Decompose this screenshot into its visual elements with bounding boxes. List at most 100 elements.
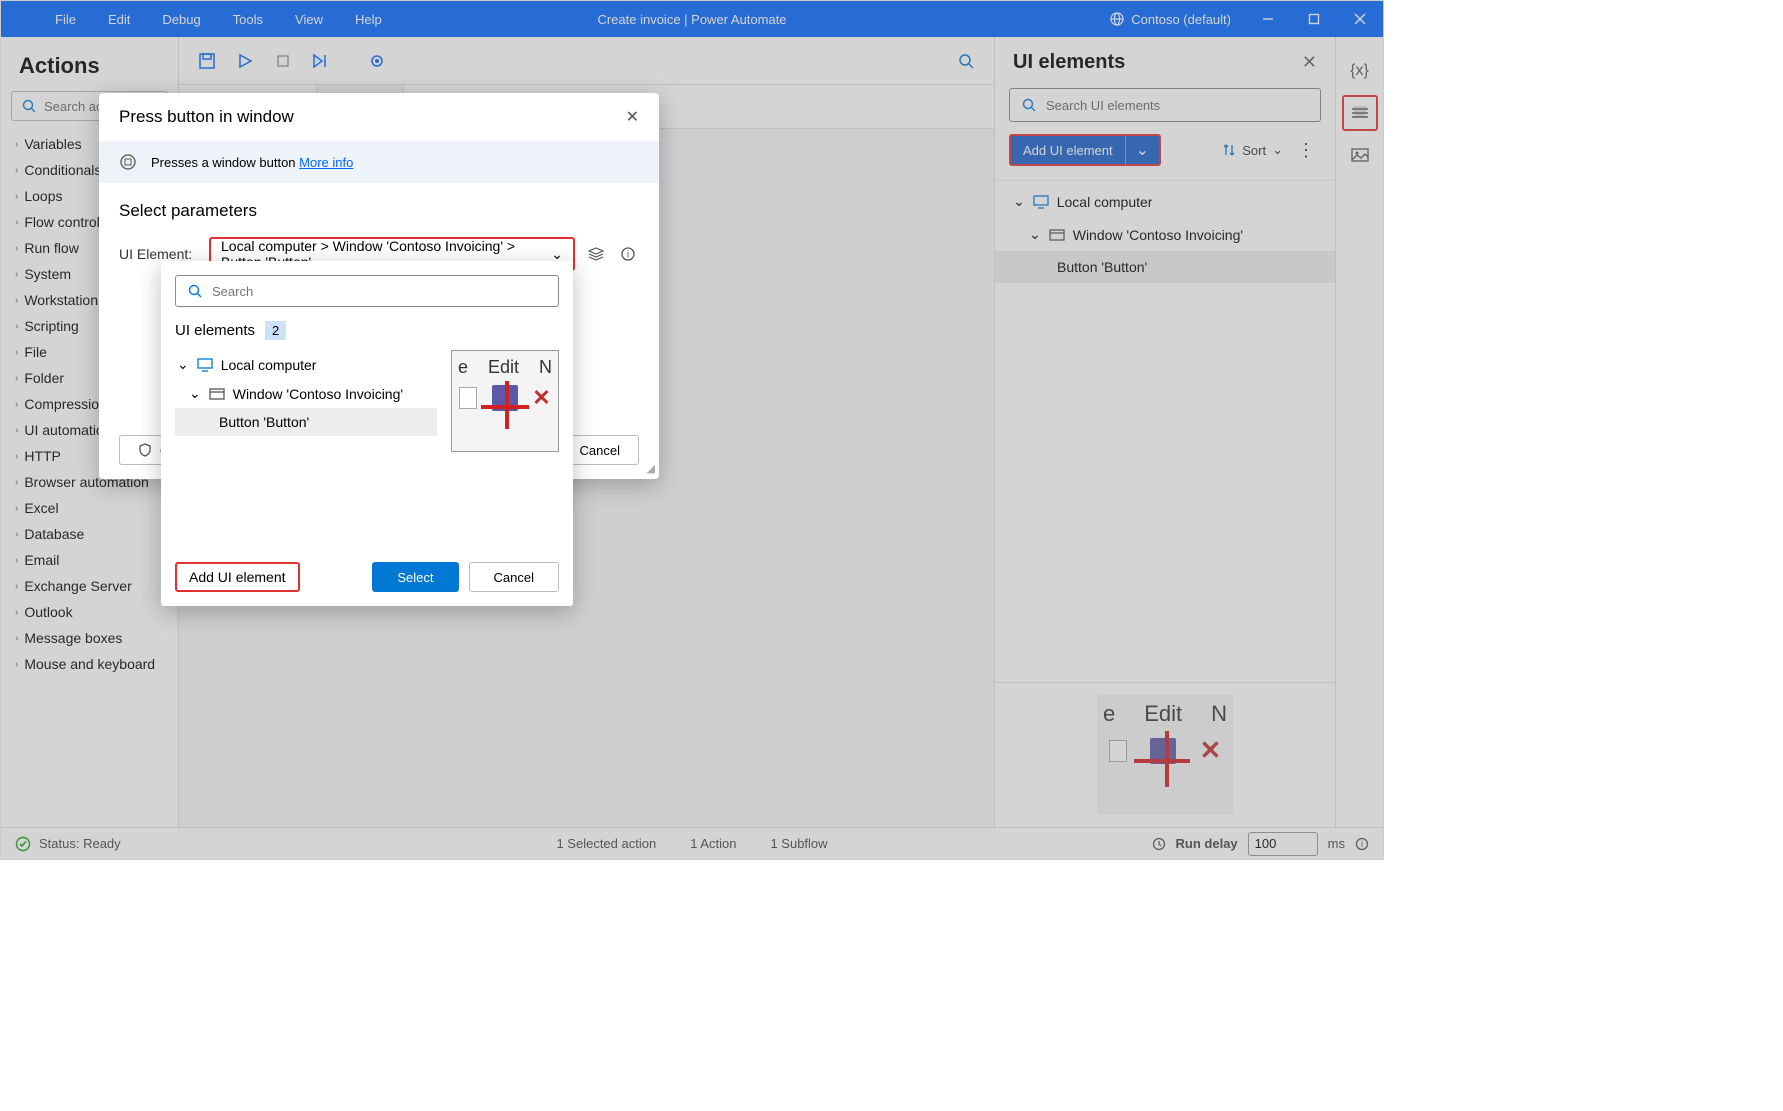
ui-element-picker: UI elements 2 ⌄ Local computer ⌄ Window … bbox=[161, 261, 573, 606]
ui-search[interactable]: Search UI elements bbox=[1009, 88, 1321, 122]
action-item[interactable]: ›Database bbox=[1, 521, 178, 547]
window-icon bbox=[1049, 229, 1065, 241]
add-ui-element-button[interactable]: Add UI element ⌄ bbox=[1009, 134, 1161, 166]
info-icon bbox=[119, 153, 137, 171]
page-icon bbox=[459, 387, 477, 409]
chevron-right-icon: › bbox=[15, 555, 18, 566]
close-icon[interactable]: ✕ bbox=[626, 107, 639, 127]
select-button[interactable]: Select bbox=[372, 562, 458, 592]
menus: File Edit Debug Tools View Help bbox=[1, 1, 398, 37]
check-icon bbox=[15, 836, 31, 852]
chevron-right-icon: › bbox=[15, 191, 18, 202]
action-item[interactable]: ›Mouse and keyboard bbox=[1, 651, 178, 677]
chevron-right-icon: › bbox=[15, 399, 18, 410]
picker-search[interactable] bbox=[175, 275, 559, 307]
chevron-down-icon: ⌄ bbox=[1013, 193, 1025, 210]
save-icon[interactable] bbox=[193, 47, 221, 75]
chevron-down-icon[interactable]: ⌄ bbox=[1125, 136, 1159, 164]
ui-buttons-row: Add UI element ⌄ Sort ⌄ ⋮ bbox=[995, 134, 1335, 180]
step-icon[interactable] bbox=[307, 47, 335, 75]
add-ui-element-button[interactable]: Add UI element bbox=[175, 562, 300, 592]
tree-window[interactable]: ⌄ Window 'Contoso Invoicing' bbox=[995, 218, 1335, 251]
picker-tree-leaf[interactable]: Button 'Button' bbox=[175, 408, 437, 436]
picker-search-input[interactable] bbox=[212, 284, 546, 299]
environment-badge[interactable]: Contoso (default) bbox=[1095, 11, 1245, 27]
picker-tree-root[interactable]: ⌄ Local computer bbox=[175, 350, 437, 379]
ui-elements-header: UI elements ✕ bbox=[995, 37, 1335, 82]
maximize-button[interactable] bbox=[1291, 1, 1337, 37]
chevron-down-icon: ⌄ bbox=[189, 385, 201, 402]
dialog-desc: Presses a window button bbox=[151, 155, 296, 170]
chevron-right-icon: › bbox=[15, 139, 18, 150]
more-icon[interactable]: ⋮ bbox=[1291, 140, 1321, 161]
ui-elements-pane: UI elements ✕ Search UI elements Add UI … bbox=[995, 37, 1335, 827]
toolbar-search-icon[interactable] bbox=[952, 47, 980, 75]
statusbar: Status: Ready 1 Selected action 1 Action… bbox=[1, 827, 1383, 859]
environment-label: Contoso (default) bbox=[1131, 12, 1231, 27]
menu-file[interactable]: File bbox=[39, 1, 92, 37]
side-rail: {x} bbox=[1335, 37, 1383, 827]
titlebar: File Edit Debug Tools View Help Create i… bbox=[1, 1, 1383, 37]
ui-elements-icon[interactable] bbox=[1342, 95, 1378, 131]
ui-elements-title: UI elements bbox=[1013, 51, 1125, 74]
picker-header-label: UI elements bbox=[175, 322, 255, 339]
clock-icon bbox=[1152, 837, 1166, 851]
run-delay: Run delay ms i bbox=[1152, 832, 1369, 856]
titlebar-right: Contoso (default) bbox=[1095, 1, 1383, 37]
minimize-button[interactable] bbox=[1245, 1, 1291, 37]
ui-tree: ⌄ Local computer ⌄ Window 'Contoso Invoi… bbox=[995, 180, 1335, 682]
layers-icon[interactable] bbox=[585, 243, 607, 265]
tree-window-label: Window 'Contoso Invoicing' bbox=[1073, 227, 1243, 243]
close-icon[interactable]: ✕ bbox=[1302, 52, 1317, 73]
action-item[interactable]: ›Message boxes bbox=[1, 625, 178, 651]
action-item[interactable]: ›Email bbox=[1, 547, 178, 573]
tree-root[interactable]: ⌄ Local computer bbox=[995, 185, 1335, 218]
close-button[interactable] bbox=[1337, 1, 1383, 37]
menu-view[interactable]: View bbox=[279, 1, 339, 37]
chevron-right-icon: › bbox=[15, 269, 18, 280]
dialog-title-bar: Press button in window ✕ bbox=[99, 93, 659, 141]
chevron-right-icon: › bbox=[15, 477, 18, 488]
stop-icon[interactable] bbox=[269, 47, 297, 75]
run-icon[interactable] bbox=[231, 47, 259, 75]
action-item[interactable]: ›Excel bbox=[1, 495, 178, 521]
preview-thumbnail: eEditN ✕ bbox=[1097, 695, 1233, 815]
count-badge: 2 bbox=[265, 321, 286, 340]
resize-grip[interactable]: ◢ bbox=[647, 462, 655, 475]
cancel-button[interactable]: Cancel bbox=[469, 562, 559, 592]
chevron-right-icon: › bbox=[15, 295, 18, 306]
action-count: 1 Action bbox=[690, 836, 736, 851]
ui-search-placeholder: Search UI elements bbox=[1046, 98, 1160, 113]
page-icon bbox=[1109, 740, 1127, 762]
record-icon[interactable] bbox=[363, 47, 391, 75]
picker-tree-window[interactable]: ⌄ Window 'Contoso Invoicing' bbox=[175, 379, 437, 408]
sort-label: Sort bbox=[1242, 143, 1266, 158]
ui-preview: eEditN ✕ bbox=[995, 682, 1335, 827]
subflow-count: 1 Subflow bbox=[770, 836, 827, 851]
sort-icon bbox=[1222, 143, 1236, 157]
chevron-right-icon: › bbox=[15, 217, 18, 228]
chevron-down-icon: ⌄ bbox=[551, 246, 563, 263]
tree-leaf[interactable]: Button 'Button' bbox=[995, 251, 1335, 283]
run-delay-label: Run delay bbox=[1176, 836, 1238, 851]
menu-debug[interactable]: Debug bbox=[146, 1, 216, 37]
chevron-right-icon: › bbox=[15, 321, 18, 332]
delay-input[interactable] bbox=[1248, 832, 1318, 856]
images-icon[interactable] bbox=[1342, 137, 1378, 173]
more-info-link[interactable]: More info bbox=[299, 155, 353, 170]
menu-edit[interactable]: Edit bbox=[92, 1, 146, 37]
picker-window-label: Window 'Contoso Invoicing' bbox=[233, 386, 403, 402]
status-left: Status: Ready bbox=[15, 836, 121, 852]
info-icon[interactable]: i bbox=[617, 243, 639, 265]
chevron-down-icon: ⌄ bbox=[1029, 226, 1041, 243]
menu-help[interactable]: Help bbox=[339, 1, 398, 37]
action-item[interactable]: ›Outlook bbox=[1, 599, 178, 625]
sort-button[interactable]: Sort ⌄ bbox=[1222, 142, 1283, 158]
variables-icon[interactable]: {x} bbox=[1342, 53, 1378, 89]
action-item[interactable]: ›Exchange Server bbox=[1, 573, 178, 599]
chevron-right-icon: › bbox=[15, 451, 18, 462]
info-icon[interactable]: i bbox=[1355, 837, 1369, 851]
section-title: Select parameters bbox=[119, 201, 639, 237]
chevron-right-icon: › bbox=[15, 425, 18, 436]
menu-tools[interactable]: Tools bbox=[217, 1, 279, 37]
